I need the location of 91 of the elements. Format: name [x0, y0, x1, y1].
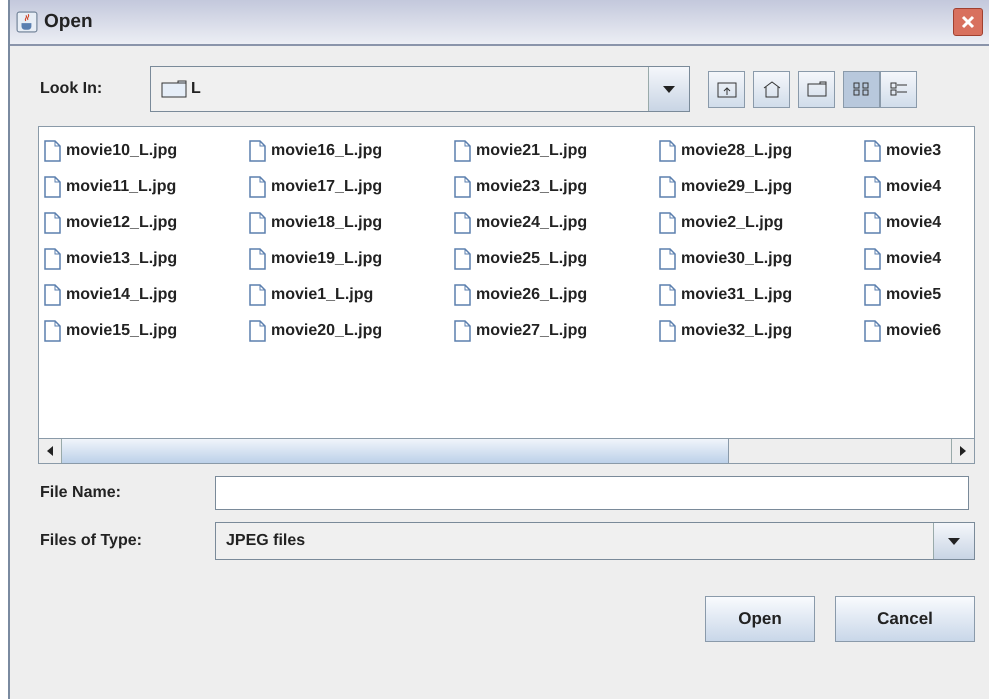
file-name[interactable]: movie25_L.jpg	[476, 250, 588, 268]
file-icon	[249, 248, 266, 270]
close-button[interactable]	[953, 8, 983, 36]
file-name[interactable]: movie17_L.jpg	[271, 178, 382, 196]
folder-icon	[806, 80, 826, 98]
cancel-button[interactable]: Cancel	[835, 596, 975, 642]
file-name[interactable]: movie4	[886, 178, 942, 196]
file-name[interactable]: movie27_L.jpg	[476, 322, 588, 340]
file-icon	[659, 176, 676, 198]
file-name[interactable]: movie24_L.jpg	[476, 214, 588, 232]
file-icon	[44, 248, 61, 270]
look-in-label: Look In:	[40, 80, 104, 98]
file-name-label: File Name:	[40, 484, 122, 502]
file-name[interactable]: movie31_L.jpg	[681, 286, 792, 304]
window-title: Open	[44, 11, 94, 33]
file-name[interactable]: movie26_L.jpg	[476, 286, 588, 304]
look-in-dropdown[interactable]: L	[150, 66, 690, 112]
file-icon	[249, 320, 266, 342]
file-name[interactable]: movie1_L.jpg	[271, 286, 374, 304]
file-name[interactable]: movie4	[886, 214, 942, 232]
file-type-dropdown[interactable]: JPEG files	[215, 522, 975, 560]
file-name[interactable]: movie29_L.jpg	[681, 178, 792, 196]
file-icon	[249, 284, 266, 306]
file-name[interactable]: movie6	[886, 322, 942, 340]
right-arrow-icon	[960, 446, 966, 456]
file-name[interactable]: movie21_L.jpg	[476, 142, 588, 160]
file-icon	[44, 284, 61, 306]
look-in-value: L	[191, 80, 202, 98]
file-icon	[659, 320, 676, 342]
file-icon	[864, 176, 881, 198]
file-icon	[44, 176, 61, 198]
list-view-button[interactable]	[843, 70, 880, 108]
file-icon	[454, 248, 471, 270]
file-name[interactable]: movie13_L.jpg	[66, 250, 178, 268]
caret-icon	[948, 538, 960, 544]
file-name[interactable]: movie28_L.jpg	[681, 142, 792, 160]
horizontal-scrollbar[interactable]	[39, 438, 974, 463]
open-button[interactable]: Open	[705, 596, 815, 642]
left-arrow-icon	[47, 446, 53, 456]
file-name[interactable]: movie32_L.jpg	[681, 322, 792, 340]
file-icon	[864, 320, 881, 342]
caret-icon	[663, 86, 675, 92]
file-icon	[454, 320, 471, 342]
file-name[interactable]: movie30_L.jpg	[681, 250, 792, 268]
file-icon	[659, 140, 676, 162]
file-name[interactable]: movie16_L.jpg	[271, 142, 382, 160]
new-folder-button[interactable]	[798, 70, 835, 108]
file-name[interactable]: movie12_L.jpg	[66, 214, 178, 232]
file-icon	[249, 212, 266, 234]
file-name[interactable]: movie19_L.jpg	[271, 250, 382, 268]
file-name[interactable]: movie23_L.jpg	[476, 178, 588, 196]
file-icon	[44, 212, 61, 234]
home-button[interactable]	[753, 70, 790, 108]
file-name[interactable]: movie15_L.jpg	[66, 322, 178, 340]
file-name[interactable]: movie4	[886, 250, 942, 268]
close-icon	[961, 15, 975, 29]
file-name[interactable]: movie3	[886, 142, 942, 160]
file-icon	[454, 212, 471, 234]
file-icon	[44, 140, 61, 162]
file-icon	[659, 284, 676, 306]
file-name[interactable]: movie20_L.jpg	[271, 322, 382, 340]
file-type-value: JPEG files	[226, 532, 306, 550]
file-icon	[454, 284, 471, 306]
details-view-icon	[888, 80, 908, 98]
file-icon	[864, 248, 881, 270]
scroll-thumb[interactable]	[62, 439, 729, 463]
file-icon	[249, 176, 266, 198]
file-name[interactable]: movie10_L.jpg	[66, 142, 178, 160]
file-icon	[864, 212, 881, 234]
folder-up-icon	[716, 80, 736, 98]
folder-icon	[161, 80, 187, 98]
list-view-icon	[852, 80, 872, 98]
file-name[interactable]: movie18_L.jpg	[271, 214, 382, 232]
file-icon	[864, 284, 881, 306]
file-icon	[44, 320, 61, 342]
file-name[interactable]: movie11_L.jpg	[66, 178, 176, 196]
file-icon	[659, 212, 676, 234]
file-icon	[249, 140, 266, 162]
file-type-label: Files of Type:	[40, 532, 143, 550]
cup-icon	[16, 11, 38, 33]
file-name[interactable]: movie5	[886, 286, 942, 304]
file-name-field[interactable]	[215, 476, 969, 510]
file-icon	[864, 140, 881, 162]
file-icon	[454, 140, 471, 162]
home-icon	[762, 80, 782, 98]
file-name[interactable]: movie14_L.jpg	[66, 286, 178, 304]
file-name[interactable]: movie2_L.jpg	[681, 214, 784, 232]
details-view-button[interactable]	[880, 70, 917, 108]
up-folder-button[interactable]	[708, 70, 745, 108]
file-icon	[454, 176, 471, 198]
file-icon	[659, 248, 676, 270]
